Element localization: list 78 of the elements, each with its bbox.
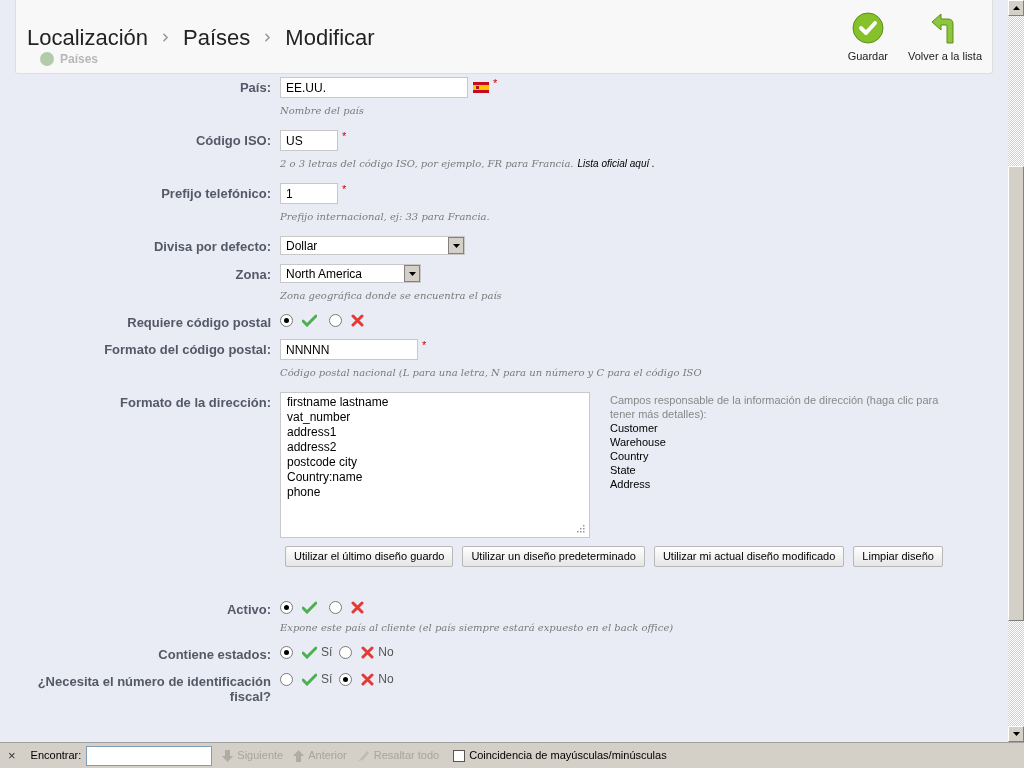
select-dropdown[interactable]: Dollar [280,236,465,255]
required-mark: * [422,338,427,353]
radio-button[interactable] [339,672,353,686]
section-title: Países [60,51,99,68]
radio-button[interactable] [280,313,293,327]
save-button[interactable]: Guardar [847,12,888,65]
highlighter-icon [356,749,370,762]
field-hint: Prefijo internacional, ej: 33 para Francia. [280,210,490,224]
select-dropdown[interactable]: North America [280,264,421,283]
find-field[interactable] [86,745,213,766]
scroll-thumb[interactable] [1008,166,1024,621]
resize-grip-icon [576,524,585,533]
field-group-link[interactable]: State [610,463,636,477]
close-button[interactable]: × [8,749,16,762]
check-icon [302,672,317,686]
scroll-up-icon[interactable] [1008,0,1024,16]
scrollbar[interactable] [1008,0,1024,742]
cross-icon [361,672,375,686]
help-text: Campos responsable de la información de dirección (haga clic para tener más detalles): [610,393,940,421]
radio-button[interactable] [280,600,293,614]
cross-icon [361,645,375,659]
breadcrumb-item[interactable]: Localización [27,21,149,54]
text-field[interactable]: US [280,130,338,151]
breadcrumb-item: Modificar [285,24,375,52]
field-hint: Nombre del país [280,104,364,118]
check-icon [302,600,317,614]
field-label: ¿Necesita el número de identificación fiscal? [36,674,271,704]
option-label: No [378,671,394,688]
field-label: Contiene estados: [157,647,271,662]
find-label: Encontrar: [30,748,82,764]
back-to-list-button[interactable]: Volver a la lista [908,12,982,65]
field-hint: Código postal nacional (L para una letra, N para un número y C para el código ISO [280,366,702,380]
down-arrow-icon [222,749,234,762]
official-list-link[interactable]: Lista oficial aquí . [577,156,655,171]
address-format-textarea[interactable]: firstname lastname vat_number address1 address2 postcode city Country:name phone [280,392,590,538]
radio-button[interactable] [280,645,293,659]
field-label: Formato de la dirección: [119,395,271,412]
option-label: No [378,644,394,661]
field-label: Formato del código postal: [103,342,271,359]
scroll-down-icon[interactable] [1008,726,1024,742]
text-field[interactable]: 1 [280,183,338,204]
field-group-link[interactable]: Country [610,449,649,463]
field-label: Prefijo telefónico: [160,186,271,203]
check-icon [302,645,317,659]
text-field[interactable]: NNNNN [280,339,418,360]
field-label: Zona: [234,267,271,284]
field-hint: Zona geográfica donde se encuentra el país [280,289,502,303]
required-mark: * [342,129,347,144]
checkmark-icon [851,12,884,44]
field-group-link[interactable]: Address [610,477,651,491]
layout-button[interactable]: Utilizar mi actual diseño modificado [653,546,845,567]
field-label: Activo: [225,602,271,619]
layout-button[interactable]: Utilizar el último diseño guardo [285,546,454,567]
radio-button[interactable] [329,600,342,614]
field-label: Requiere código postal [126,315,271,330]
required-mark: * [493,76,498,91]
option-label: Sí [321,644,333,661]
check-icon [302,313,317,327]
field-hint: Expone este país al cliente (el país siempre estará expuesto en el back office) [280,621,674,635]
breadcrumb-item[interactable]: Países [183,21,251,54]
layout-button[interactable]: Utilizar un diseño predeterminado [462,546,645,567]
layout-button[interactable]: Limpiar diseño [853,546,943,567]
cross-icon [351,313,364,327]
field-hint: 2 o 3 letras del código ISO, por ejemplo, FR para Francia. [280,157,574,171]
radio-button[interactable] [339,645,353,659]
radio-button[interactable] [280,672,293,686]
field-label: Divisa por defecto: [152,239,271,255]
radio-button[interactable] [329,313,342,327]
cross-icon [351,600,364,614]
field-group-link[interactable]: Customer [610,421,658,435]
up-arrow-icon [293,749,305,762]
match-case-checkbox[interactable]: Coincidencia de mayúsculas/minúsculas [453,747,667,764]
field-group-link[interactable]: Warehouse [610,435,666,449]
field-label: País: [238,80,271,97]
field-label: Código ISO: [194,133,271,150]
required-mark: * [342,182,347,197]
text-field[interactable]: EE.UU. [280,77,468,98]
option-label: Sí [321,671,333,688]
